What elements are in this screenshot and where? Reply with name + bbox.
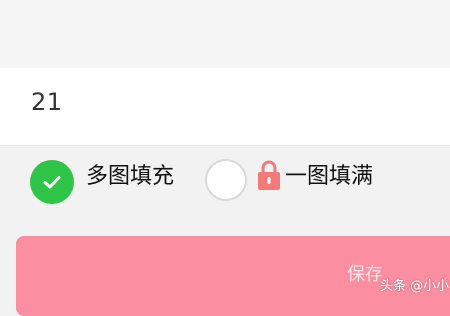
- lock-icon: [258, 160, 280, 190]
- option-multi-image-fill-label[interactable]: 多图填充: [86, 164, 174, 190]
- number-input-row[interactable]: 21: [0, 68, 450, 146]
- option-single-image-fill-label[interactable]: 一图填满: [285, 164, 373, 190]
- watermark: 头条 @小小: [380, 279, 450, 294]
- option-multi-image-fill-radio[interactable]: [30, 160, 74, 204]
- top-bar: [0, 0, 450, 68]
- fill-mode-options: 多图填充 一图填满: [0, 146, 450, 218]
- number-input-value[interactable]: 21: [31, 88, 63, 116]
- check-icon: [43, 176, 61, 189]
- save-button-label: 保存: [347, 264, 383, 285]
- option-single-image-fill-radio[interactable]: [205, 159, 247, 201]
